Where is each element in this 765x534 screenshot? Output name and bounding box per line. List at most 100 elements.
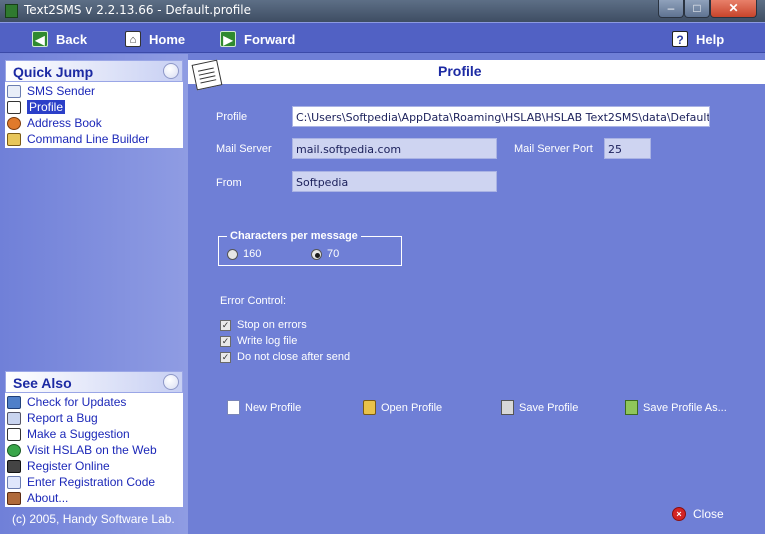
close-window-button[interactable]: ✕	[710, 0, 757, 18]
see-also-item-label: Visit HSLAB on the Web	[27, 443, 157, 457]
see-also-register-online[interactable]: Register Online	[7, 458, 183, 474]
forward-arrow-icon: ▶	[220, 31, 236, 47]
page-title: Profile	[438, 63, 482, 79]
save-profile-label: Save Profile	[519, 401, 579, 414]
see-also-title: See Also	[13, 375, 72, 391]
title-bar: Text2SMS v 2.2.13.66 - Default.profile –…	[0, 0, 765, 22]
see-also-panel: See Also Check for Updates Report a Bug …	[5, 371, 183, 507]
quick-jump-item-command-line-builder[interactable]: Command Line Builder	[7, 131, 183, 147]
profile-banner: Profile	[188, 59, 765, 91]
people-icon	[7, 491, 21, 505]
characters-per-message-title: Characters per message	[227, 230, 361, 242]
quick-jump-item-profile[interactable]: Profile	[7, 99, 183, 115]
see-also-item-label: Check for Updates	[27, 395, 127, 409]
left-pane: Quick Jump SMS Sender Profile Address Bo…	[0, 54, 188, 534]
document-icon	[7, 475, 21, 489]
globe-icon	[7, 443, 21, 457]
open-folder-icon	[363, 400, 376, 415]
checkbox-label: Write log file	[237, 335, 298, 347]
save-icon	[501, 400, 514, 415]
address-book-icon	[7, 116, 21, 130]
collapse-toggle-icon[interactable]	[163, 374, 179, 390]
checkbox-checked-icon: ✓	[220, 319, 231, 331]
radio-label: 70	[327, 248, 340, 260]
see-also-item-label: Report a Bug	[27, 411, 98, 425]
see-also-check-updates[interactable]: Check for Updates	[7, 394, 183, 410]
maximize-button[interactable]: □	[684, 0, 710, 18]
monitor-icon	[7, 395, 21, 409]
profile-path-field[interactable]: C:\Users\Softpedia\AppData\Roaming\HSLAB…	[292, 106, 710, 127]
notepad-icon	[7, 100, 21, 114]
forward-label: Forward	[244, 31, 296, 47]
mail-server-label: Mail Server	[216, 143, 272, 155]
mail-server-port-field[interactable]: 25	[604, 138, 651, 159]
error-control-label: Error Control:	[220, 295, 287, 307]
save-profile-button[interactable]: Save Profile	[501, 400, 578, 415]
see-also-about[interactable]: About...	[7, 490, 183, 506]
quick-jump-panel: Quick Jump SMS Sender Profile Address Bo…	[5, 60, 183, 148]
suggestion-icon	[7, 427, 21, 441]
back-label: Back	[56, 31, 88, 47]
help-label: Help	[696, 31, 725, 47]
new-profile-button[interactable]: New Profile	[227, 400, 301, 415]
quick-jump-item-label: SMS Sender	[27, 84, 96, 98]
radio-circle-icon	[227, 248, 238, 260]
mail-server-field[interactable]: mail.softpedia.com	[292, 138, 497, 159]
checkbox-label: Do not close after send	[237, 351, 351, 363]
close-button[interactable]: × Close	[672, 507, 724, 521]
help-button[interactable]: ? Help	[672, 29, 724, 49]
back-arrow-icon: ◀	[32, 31, 48, 47]
see-also-visit-web[interactable]: Visit HSLAB on the Web	[7, 442, 183, 458]
register-icon	[7, 459, 21, 473]
see-also-make-suggestion[interactable]: Make a Suggestion	[7, 426, 183, 442]
quick-jump-header[interactable]: Quick Jump	[5, 60, 183, 82]
radio-circle-selected-icon	[311, 248, 322, 260]
forward-button[interactable]: ▶ Forward	[220, 29, 295, 49]
save-profile-as-label: Save Profile As...	[643, 401, 727, 414]
see-also-enter-registration-code[interactable]: Enter Registration Code	[7, 474, 183, 490]
see-also-item-label: Register Online	[27, 459, 110, 473]
characters-per-message-group: Characters per message 160 70	[218, 230, 402, 266]
command-icon	[7, 132, 21, 146]
quick-jump-item-label: Profile	[27, 100, 66, 114]
checkbox-write-log-file[interactable]: ✓ Write log file	[220, 335, 297, 347]
see-also-header[interactable]: See Also	[5, 371, 183, 393]
from-label: From	[216, 177, 242, 189]
from-field[interactable]: Softpedia	[292, 171, 497, 192]
new-file-icon	[227, 400, 240, 415]
radio-160[interactable]: 160	[227, 248, 261, 260]
quick-jump-item-label: Command Line Builder	[27, 132, 150, 146]
see-also-item-label: Make a Suggestion	[27, 427, 130, 441]
checkbox-stop-on-errors[interactable]: ✓ Stop on errors	[220, 319, 307, 331]
quick-jump-title: Quick Jump	[13, 64, 94, 80]
checkbox-label: Stop on errors	[237, 319, 307, 331]
quick-jump-item-address-book[interactable]: Address Book	[7, 115, 183, 131]
home-label: Home	[149, 31, 186, 47]
checkbox-checked-icon: ✓	[220, 335, 231, 347]
back-button[interactable]: ◀ Back	[32, 29, 87, 49]
mail-server-port-label: Mail Server Port	[514, 143, 593, 155]
see-also-item-label: Enter Registration Code	[27, 475, 156, 489]
profile-label: Profile	[216, 111, 248, 123]
toolbar: ◀ Back ⌂ Home ▶ Forward ? Help	[0, 22, 765, 53]
home-button[interactable]: ⌂ Home	[125, 29, 185, 49]
checkbox-do-not-close[interactable]: ✓ Do not close after send	[220, 351, 350, 363]
minimize-button[interactable]: –	[658, 0, 684, 18]
new-profile-label: New Profile	[245, 401, 302, 414]
radio-70[interactable]: 70	[311, 248, 339, 260]
open-profile-button[interactable]: Open Profile	[363, 400, 442, 415]
collapse-toggle-icon[interactable]	[163, 63, 179, 79]
notepad-icon	[191, 59, 223, 91]
see-also-item-label: About...	[27, 491, 69, 505]
quick-jump-item-sms-sender[interactable]: SMS Sender	[7, 83, 183, 99]
envelope-icon	[7, 84, 21, 98]
copyright-text: (c) 2005, Handy Software Lab.	[12, 512, 175, 526]
window-title: Text2SMS v 2.2.13.66 - Default.profile	[24, 3, 251, 17]
radio-label: 160	[243, 248, 262, 260]
home-icon: ⌂	[125, 31, 141, 47]
help-icon: ?	[672, 31, 688, 47]
main-content: Profile Profile C:\Users\Softpedia\AppDa…	[188, 54, 765, 534]
quick-jump-item-label: Address Book	[27, 116, 102, 130]
see-also-report-bug[interactable]: Report a Bug	[7, 410, 183, 426]
save-profile-as-button[interactable]: Save Profile As...	[625, 400, 727, 415]
